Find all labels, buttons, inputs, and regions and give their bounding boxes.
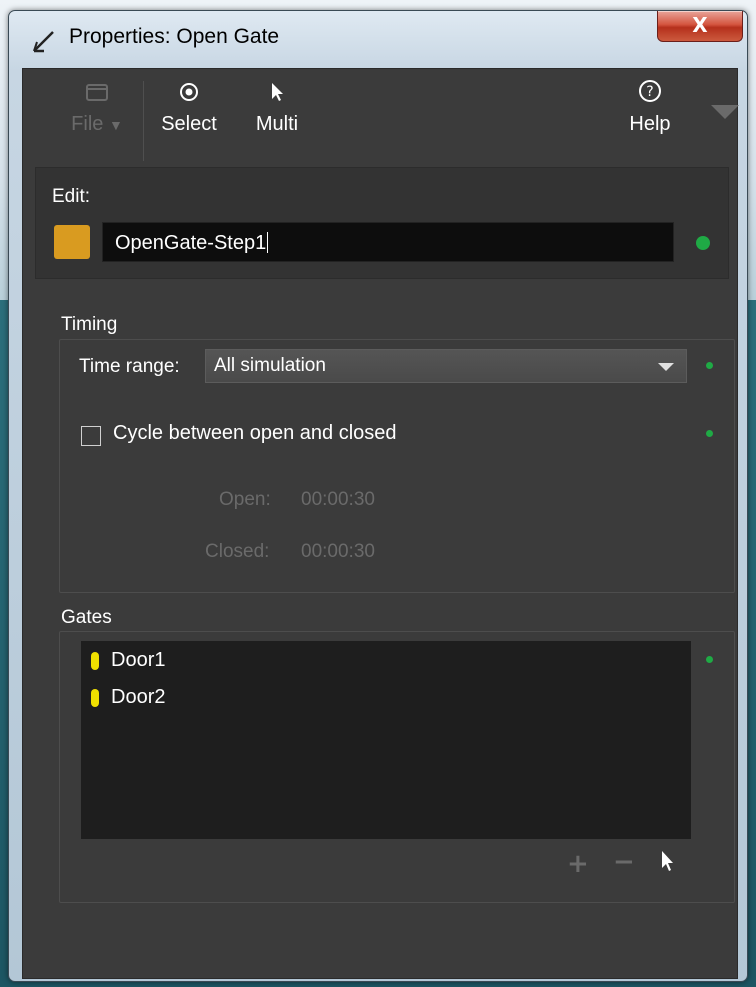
gate-indicator-icon bbox=[91, 652, 99, 670]
cycle-checkbox[interactable] bbox=[81, 426, 101, 446]
gates-group-label: Gates bbox=[61, 607, 112, 628]
name-input-value: OpenGate-Step1 bbox=[115, 232, 267, 254]
time-range-value: All simulation bbox=[214, 355, 326, 376]
title-bar[interactable]: Properties: Open Gate X bbox=[9, 11, 747, 67]
file-label: File bbox=[71, 113, 104, 135]
open-label: Open: bbox=[219, 489, 271, 510]
status-dot bbox=[706, 656, 713, 663]
text-caret bbox=[267, 232, 269, 253]
target-icon bbox=[157, 79, 221, 113]
remove-gate-icon[interactable]: − bbox=[613, 847, 635, 877]
file-menu-button[interactable]: File ▼ bbox=[59, 79, 135, 136]
cursor-icon bbox=[251, 79, 303, 113]
select-button[interactable]: Select bbox=[157, 79, 221, 136]
overflow-menu-icon[interactable] bbox=[711, 105, 739, 119]
help-icon: ? bbox=[625, 79, 675, 113]
status-dot bbox=[706, 362, 713, 369]
help-button[interactable]: ? Help bbox=[625, 79, 675, 136]
gate-indicator-icon bbox=[91, 689, 99, 707]
color-swatch[interactable] bbox=[54, 225, 90, 259]
client-area: File ▼ Select Multi ? Help Edit: OpenGat… bbox=[22, 68, 739, 979]
closed-label: Closed: bbox=[205, 541, 270, 562]
folder-icon bbox=[59, 79, 135, 113]
gates-list[interactable]: Door1 Door2 bbox=[81, 641, 691, 839]
add-gate-icon[interactable]: + bbox=[567, 849, 589, 879]
toolbar: File ▼ Select Multi ? Help bbox=[23, 69, 739, 165]
edit-label: Edit: bbox=[52, 186, 91, 207]
time-range-select[interactable]: All simulation bbox=[205, 349, 687, 383]
multi-label: Multi bbox=[255, 113, 299, 135]
edit-panel: Edit: OpenGate-Step1 bbox=[35, 167, 729, 279]
window-title: Properties: Open Gate bbox=[69, 25, 280, 48]
cycle-label: Cycle between open and closed bbox=[113, 422, 397, 444]
properties-window: Properties: Open Gate X File ▼ Select Mu… bbox=[8, 10, 748, 982]
close-button[interactable]: X bbox=[657, 11, 743, 42]
open-time-field[interactable]: 00:00:30 bbox=[301, 489, 375, 511]
pick-cursor-icon[interactable] bbox=[659, 849, 675, 877]
chevron-down-icon: ▼ bbox=[108, 117, 123, 133]
status-dot bbox=[696, 236, 710, 250]
help-label: Help bbox=[629, 113, 671, 135]
status-dot bbox=[706, 430, 713, 437]
name-input[interactable]: OpenGate-Step1 bbox=[102, 222, 674, 262]
timing-group-label: Timing bbox=[61, 314, 118, 335]
gate-label: Door2 bbox=[111, 686, 166, 708]
edit-icon bbox=[33, 31, 54, 53]
multi-button[interactable]: Multi bbox=[251, 79, 303, 136]
svg-text:?: ? bbox=[646, 84, 653, 100]
select-label: Select bbox=[161, 113, 217, 135]
toolbar-separator bbox=[143, 81, 144, 161]
chevron-down-icon bbox=[658, 363, 674, 371]
gate-label: Door1 bbox=[111, 649, 166, 671]
time-range-label: Time range: bbox=[79, 356, 180, 377]
closed-time-field[interactable]: 00:00:30 bbox=[301, 541, 375, 563]
